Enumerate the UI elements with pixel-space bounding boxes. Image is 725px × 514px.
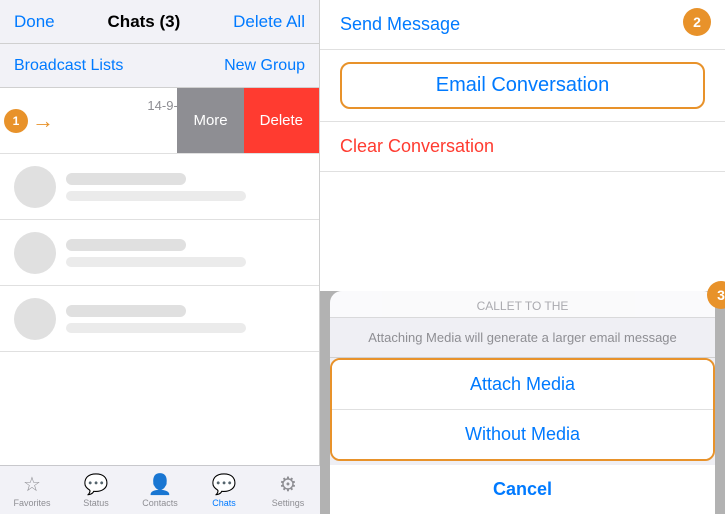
swipe-actions: More Delete [177,88,319,153]
avatar-empty [14,166,56,208]
email-conversation-button[interactable]: Email Conversation [340,62,705,109]
sheet-button-group: Attach Media Without Media [330,358,715,461]
line2 [66,323,246,333]
send-message-label[interactable]: Send Message [340,14,460,34]
chats-icon: 💬 [212,472,237,497]
bottom-sheet: 3 CALLET TO THE Attaching Media will gen… [320,291,725,514]
chat-item-empty-1 [0,154,319,220]
avatar-empty [14,232,56,274]
tab-settings-label: Settings [272,498,305,508]
top-bar: Done Chats (3) Delete All [0,0,319,44]
chat-list: 1 → 14-9-2 › More Delete [0,88,319,465]
done-button[interactable]: Done [14,12,55,32]
line1 [66,173,186,185]
chat-lines [66,305,305,333]
email-conversation-row[interactable]: Email Conversation [320,50,725,122]
line2 [66,257,246,267]
broadcast-lists-link[interactable]: Broadcast Lists [14,57,123,75]
swipe-arrow: → [32,108,54,134]
chat-item-empty-2 [0,220,319,286]
tab-chats[interactable]: 💬 Chats [192,466,256,514]
tab-contacts-label: Contacts [142,498,178,508]
clear-conversation-row[interactable]: Clear Conversation [320,122,725,172]
sheet-inner: CALLET TO THE Attaching Media will gener… [330,291,715,514]
annotation-1: 1 [4,109,28,133]
tab-bar: ☆ Favorites 💬 Status 👤 Contacts 💬 Chats … [0,465,320,514]
chat-lines [66,173,305,201]
contacts-icon: 👤 [148,472,173,497]
attach-media-button[interactable]: Attach Media [332,360,713,410]
clear-conversation-button[interactable]: Clear Conversation [340,136,494,156]
chats-title: Chats (3) [108,12,181,32]
send-message-row[interactable]: Send Message 2 [320,0,725,50]
chat-lines [66,239,305,267]
chat-row[interactable]: 14-9-2 › [0,88,199,154]
right-panel: Send Message 2 Email Conversation Clear … [320,0,725,514]
sheet-info-text: Attaching Media will generate a larger e… [330,318,715,358]
settings-icon: ⚙ [279,472,297,497]
tab-favorites-label: Favorites [13,498,50,508]
cancel-button[interactable]: Cancel [330,465,715,514]
delete-all-button[interactable]: Delete All [233,12,305,32]
tab-contacts[interactable]: 👤 Contacts [128,466,192,514]
line1 [66,239,186,251]
tab-settings[interactable]: ⚙ Settings [256,466,320,514]
new-group-link[interactable]: New Group [224,57,305,75]
sheet-truncated-text: CALLET TO THE [330,291,715,318]
tab-chats-label: Chats [212,498,236,508]
chat-item-empty-3 [0,286,319,352]
sub-bar: Broadcast Lists New Group [0,44,319,88]
delete-button[interactable]: Delete [244,88,319,153]
favorites-icon: ☆ [23,472,41,497]
avatar-empty [14,298,56,340]
without-media-button[interactable]: Without Media [332,410,713,459]
tab-status[interactable]: 💬 Status [64,466,128,514]
badge-2: 2 [683,8,711,36]
line1 [66,305,186,317]
badge-1: 1 [4,109,28,133]
sheet-container: 3 CALLET TO THE Attaching Media will gen… [320,291,725,514]
status-icon: 💬 [84,472,109,497]
tab-status-label: Status [83,498,109,508]
tab-favorites[interactable]: ☆ Favorites [0,466,64,514]
chat-item-swiped[interactable]: 1 → 14-9-2 › More Delete [0,88,319,154]
line2 [66,191,246,201]
more-button[interactable]: More [177,88,243,153]
